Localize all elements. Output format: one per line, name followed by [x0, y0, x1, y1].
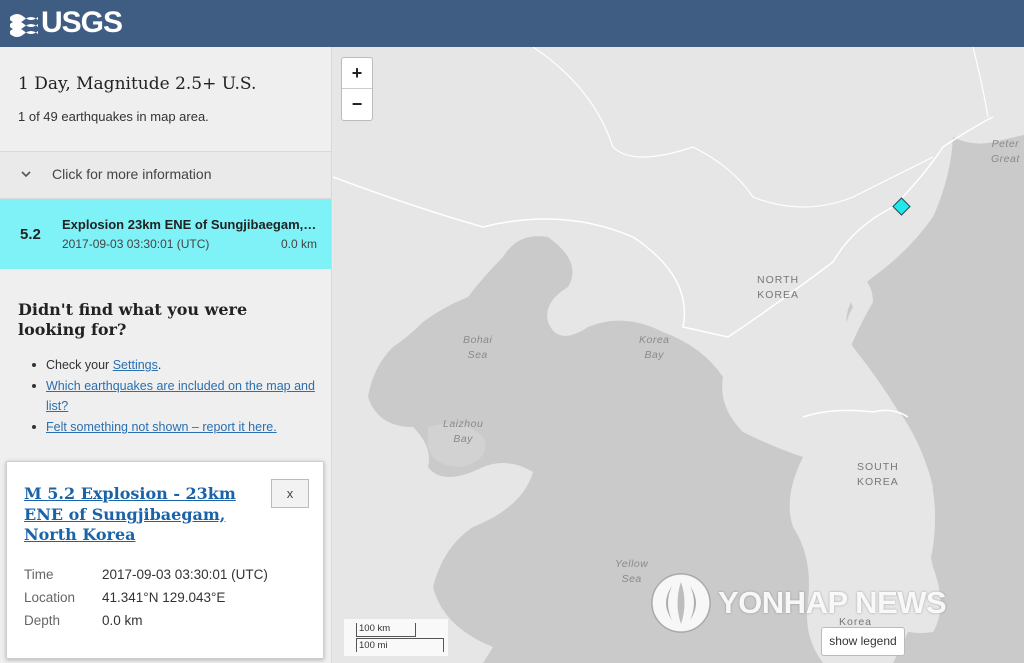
help-item-felt: Felt something not shown – report it her…: [30, 417, 320, 437]
scale-km: 100 km: [356, 623, 416, 637]
usgs-logo[interactable]: USGS: [10, 6, 123, 40]
more-info-label: Click for more information: [52, 166, 212, 182]
earthquake-place: Explosion 23km ENE of Sungjibaegam, Nort…: [62, 217, 317, 232]
popup-details: Time 2017-09-03 03:30:01 (UTC) Location 41…: [24, 563, 268, 632]
table-row: Location 41.341°N 129.043°E: [24, 590, 226, 605]
earthquake-depth: 0.0 km: [280, 237, 317, 251]
label-yellow-sea: Yellow Sea: [615, 558, 649, 585]
table-row: Time 2017-09-03 03:30:01 (UTC): [24, 567, 268, 582]
list-count: 1 of 49 earthquakes in map area.: [18, 109, 209, 124]
label-bohai-sea: Bohai Sea: [463, 334, 493, 361]
usgs-wave-icon: [10, 9, 38, 37]
logo-text: USGS: [41, 6, 123, 39]
watermark-text: YONHAP NEWS: [718, 585, 947, 620]
help-item-included: Which earthquakes are included on the ma…: [30, 376, 320, 416]
more-info-toggle[interactable]: Click for more information: [0, 151, 331, 199]
settings-link[interactable]: Settings: [113, 358, 158, 372]
included-earthquakes-link[interactable]: Which earthquakes are included on the ma…: [46, 379, 315, 413]
label-laizhou-bay: Laizhou Bay: [443, 418, 484, 445]
label-korea-bay: Korea Bay: [639, 334, 670, 361]
earthquake-time: 2017-09-03 03:30:01 (UTC): [62, 237, 210, 251]
label-peter-great: Peter Great: [991, 138, 1020, 165]
zoom-control: + −: [341, 57, 373, 121]
popup-close-button[interactable]: x: [271, 479, 309, 508]
zoom-out-button[interactable]: −: [342, 89, 372, 120]
scale-mi: 100 mi: [356, 638, 444, 652]
yonhap-logo-icon: [651, 573, 711, 633]
list-title: 1 Day, Magnitude 2.5+ U.S.: [18, 74, 257, 94]
help-title: Didn't find what you were looking for?: [18, 300, 248, 339]
popup-title-link[interactable]: M 5.2 Explosion - 23km ENE of Sungjibaeg…: [24, 484, 254, 546]
help-list: Check your Settings. Which earthquakes a…: [30, 355, 320, 438]
app-header: USGS: [0, 0, 1024, 47]
earthquake-list-item[interactable]: 5.2 Explosion 23km ENE of Sungjibaegam, …: [0, 199, 331, 269]
zoom-in-button[interactable]: +: [342, 58, 372, 89]
felt-report-link[interactable]: Felt something not shown – report it her…: [46, 420, 277, 434]
earthquake-magnitude: 5.2: [20, 226, 41, 243]
chevron-down-icon: [21, 171, 31, 178]
earthquake-popup: M 5.2 Explosion - 23km ENE of Sungjibaeg…: [6, 461, 324, 659]
label-south-korea: SOUTH KOREA: [857, 461, 899, 488]
table-row: Depth 0.0 km: [24, 613, 143, 628]
label-north-korea: NORTH KOREA: [757, 274, 800, 301]
help-item-settings: Check your Settings.: [30, 355, 320, 375]
yonhap-watermark: YONHAP NEWS: [650, 568, 947, 638]
scale-bar: 100 km 100 mi: [344, 619, 448, 656]
